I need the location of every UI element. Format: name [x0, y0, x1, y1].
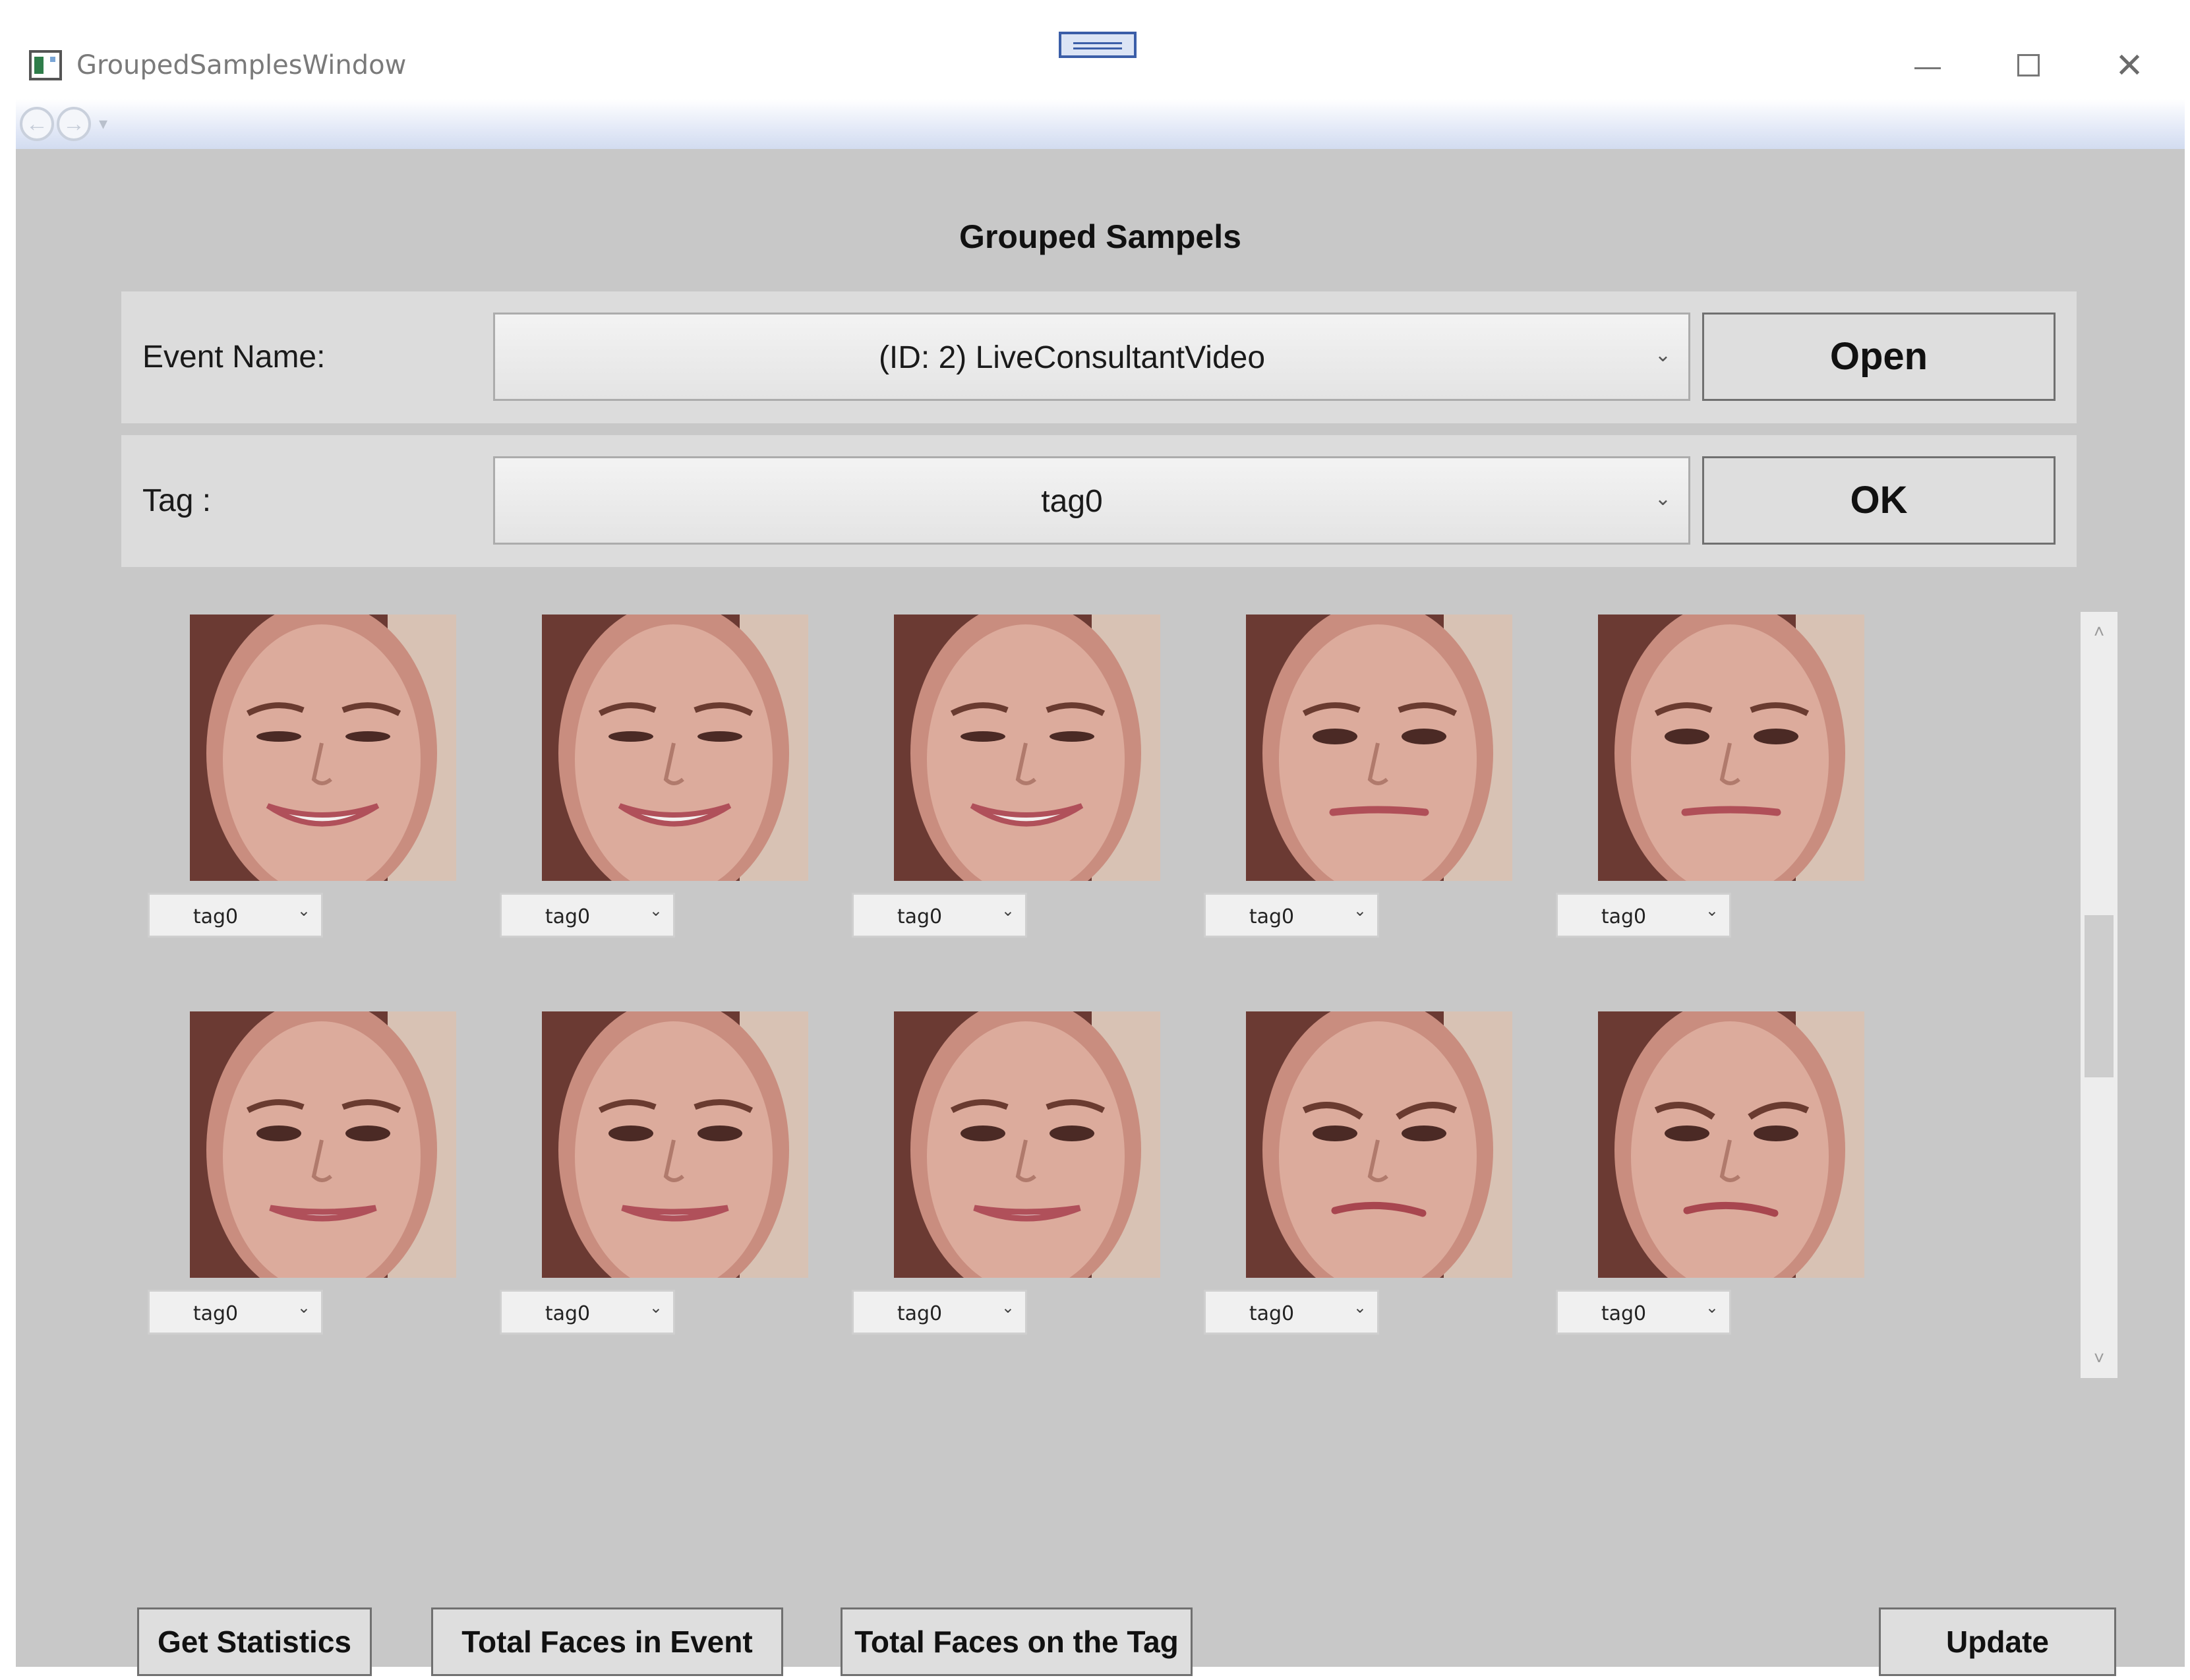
- face-thumbnail: [1598, 1011, 1864, 1278]
- tag-selected: tag0: [1041, 484, 1103, 519]
- chevron-down-icon: ⌄: [1705, 1299, 1719, 1317]
- forward-arrow-icon[interactable]: →: [57, 107, 91, 141]
- maximize-button[interactable]: [1988, 40, 2067, 92]
- face-thumbnail: [190, 615, 456, 881]
- chevron-down-icon: ⌄: [1654, 344, 1671, 366]
- face-thumbnail: [894, 615, 1160, 881]
- open-button[interactable]: Open: [1702, 313, 2056, 401]
- face-thumbnail: [542, 1011, 808, 1278]
- event-name-combobox[interactable]: (ID: 2) LiveConsultantVideo ⌄: [493, 313, 1690, 401]
- maximize-icon: [2017, 54, 2040, 76]
- event-name-selected: (ID: 2) LiveConsultantVideo: [878, 340, 1266, 375]
- event-name-panel: Event Name: (ID: 2) LiveConsultantVideo …: [121, 291, 2077, 423]
- chevron-down-icon: ⌄: [1654, 488, 1671, 510]
- sample-tag-combobox[interactable]: tag0 ⌄: [852, 893, 1027, 938]
- sample-tag-combobox[interactable]: tag0 ⌄: [500, 893, 675, 938]
- client-area: Grouped Sampels Event Name: (ID: 2) Live…: [16, 149, 2185, 1676]
- close-icon: ✕: [2115, 46, 2144, 86]
- sample-tag-selected: tag0: [1249, 1302, 1295, 1325]
- window-title: GroupedSamplesWindow: [76, 50, 407, 80]
- minimize-icon: [1914, 67, 1941, 69]
- chevron-down-icon: ⌄: [1353, 1299, 1367, 1317]
- get-statistics-button[interactable]: Get Statistics: [137, 1607, 372, 1676]
- sample-tag-combobox[interactable]: tag0 ⌄: [1204, 893, 1379, 938]
- tag-label: Tag :: [142, 483, 212, 518]
- face-thumbnail: [1246, 615, 1512, 881]
- sample-tag-combobox[interactable]: tag0 ⌄: [1556, 893, 1731, 938]
- chevron-down-icon: ⌄: [297, 1299, 311, 1317]
- sample-tag-selected: tag0: [192, 1302, 239, 1325]
- navigation-bar: ← → ▾: [16, 99, 2185, 149]
- minimize-button[interactable]: [1888, 40, 1967, 92]
- sample-tag-combobox[interactable]: tag0 ⌄: [1556, 1290, 1731, 1335]
- sample-tag-selected: tag0: [545, 905, 591, 928]
- ok-button[interactable]: OK: [1702, 456, 2056, 545]
- sample-tag-combobox[interactable]: tag0 ⌄: [1204, 1290, 1379, 1335]
- sample-tag-combobox[interactable]: tag0 ⌄: [148, 893, 323, 938]
- sample-tag-selected: tag0: [1249, 905, 1295, 928]
- scroll-down-icon[interactable]: ˅: [2081, 1338, 2117, 1378]
- face-thumbnail: [190, 1011, 456, 1278]
- close-button[interactable]: ✕: [2090, 40, 2169, 92]
- chevron-down-icon: ⌄: [1705, 902, 1719, 920]
- title-bar: GroupedSamplesWindow ✕: [16, 32, 2185, 99]
- sample-tag-combobox[interactable]: tag0 ⌄: [852, 1290, 1027, 1335]
- chevron-down-icon: ⌄: [1001, 1299, 1015, 1317]
- chevron-down-icon: ⌄: [1353, 902, 1367, 920]
- app-window-icon: [29, 50, 62, 80]
- sample-tag-selected: tag0: [897, 1302, 943, 1325]
- page-title: Grouped Sampels: [959, 218, 1241, 255]
- history-dropdown-icon[interactable]: ▾: [99, 113, 107, 134]
- update-button[interactable]: Update: [1879, 1607, 2116, 1676]
- face-thumbnail: [542, 615, 808, 881]
- chevron-down-icon: ⌄: [1001, 902, 1015, 920]
- face-thumbnail: [894, 1011, 1160, 1278]
- sample-tag-selected: tag0: [1601, 1302, 1647, 1325]
- tag-combobox[interactable]: tag0 ⌄: [493, 456, 1690, 545]
- sample-tag-combobox[interactable]: tag0 ⌄: [500, 1290, 675, 1335]
- window-grab-handle-icon[interactable]: [1059, 32, 1137, 58]
- scroll-thumb[interactable]: [2085, 915, 2114, 1077]
- scroll-up-icon[interactable]: ˄: [2081, 612, 2117, 651]
- total-faces-in-event-button[interactable]: Total Faces in Event: [431, 1607, 783, 1676]
- chevron-down-icon: ⌄: [297, 902, 311, 920]
- sample-tag-selected: tag0: [545, 1302, 591, 1325]
- samples-grid: tag0 ⌄ tag0 ⌄ tag0 ⌄ tag0 ⌄ tag0 ⌄ tag0 ⌄ tag0 ⌄ tag0 ⌄…: [121, 615, 2077, 1379]
- event-name-label: Event Name:: [142, 340, 326, 375]
- tag-panel: Tag : tag0 ⌄ OK: [121, 435, 2077, 567]
- chevron-down-icon: ⌄: [649, 902, 663, 920]
- total-faces-on-tag-button[interactable]: Total Faces on the Tag: [841, 1607, 1193, 1676]
- chevron-down-icon: ⌄: [649, 1299, 663, 1317]
- vertical-scrollbar[interactable]: ˄ ˅: [2081, 612, 2117, 1378]
- sample-tag-selected: tag0: [192, 905, 239, 928]
- face-thumbnail: [1246, 1011, 1512, 1278]
- back-arrow-icon[interactable]: ←: [20, 107, 54, 141]
- sample-tag-combobox[interactable]: tag0 ⌄: [148, 1290, 323, 1335]
- sample-tag-selected: tag0: [1601, 905, 1647, 928]
- face-thumbnail: [1598, 615, 1864, 881]
- sample-tag-selected: tag0: [897, 905, 943, 928]
